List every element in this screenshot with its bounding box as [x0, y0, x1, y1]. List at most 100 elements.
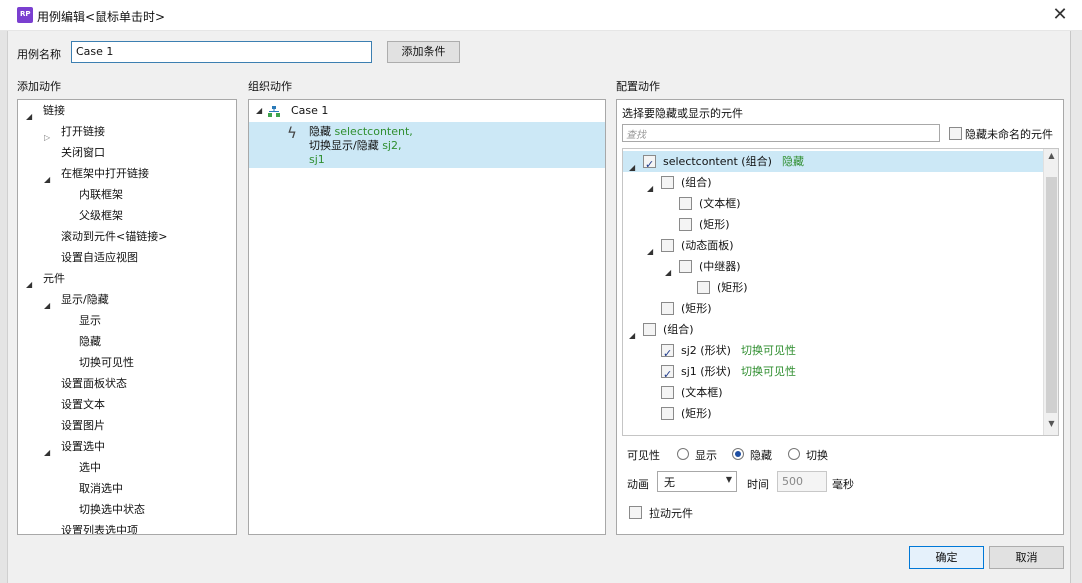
- tree-item-label: 设置图片: [61, 419, 105, 432]
- tree-item[interactable]: 切换选中状态: [18, 499, 218, 520]
- case-name-label: 用例名称: [17, 48, 61, 61]
- tree-item[interactable]: 设置自适应视图: [18, 247, 218, 268]
- tree-item[interactable]: 设置文本: [18, 394, 218, 415]
- widget-label: (矩形): [681, 302, 712, 315]
- add-actions-title: 添加动作: [17, 80, 61, 93]
- tree-item[interactable]: 设置选中: [18, 436, 218, 457]
- widget-row[interactable]: (动态面板): [623, 235, 1043, 256]
- title-bar: RP 用例编辑<鼠标单击时> ✕: [0, 0, 1082, 31]
- tree-item-label: 设置列表选中项: [61, 524, 138, 535]
- background-window-strip: [0, 31, 8, 583]
- widget-label: (矩形): [717, 281, 748, 294]
- tree-item[interactable]: 切换可见性: [18, 352, 218, 373]
- close-icon[interactable]: ✕: [1048, 3, 1072, 27]
- tree-item[interactable]: 设置面板状态: [18, 373, 218, 394]
- widget-checkbox[interactable]: [661, 176, 674, 189]
- tree-item[interactable]: 元件: [18, 268, 218, 289]
- tree-item[interactable]: 父级框架: [18, 205, 218, 226]
- tree-item[interactable]: 取消选中: [18, 478, 218, 499]
- add-condition-button[interactable]: 添加条件: [387, 41, 460, 63]
- case-label: Case 1: [291, 104, 329, 117]
- widget-row[interactable]: (中继器): [623, 256, 1043, 277]
- widget-checkbox[interactable]: [661, 343, 674, 364]
- visibility-hide-radio[interactable]: [732, 448, 744, 460]
- widget-row[interactable]: (矩形): [623, 214, 1043, 235]
- widget-label: (中继器): [699, 260, 741, 273]
- widget-row[interactable]: (组合): [623, 172, 1043, 193]
- tree-item[interactable]: 显示: [18, 310, 218, 331]
- hide-unnamed-label: 隐藏未命名的元件: [965, 128, 1053, 141]
- widget-action: 隐藏: [782, 155, 804, 168]
- tree-item-label: 隐藏: [79, 335, 101, 348]
- tree-item[interactable]: 选中: [18, 457, 218, 478]
- animation-select[interactable]: 无 ▼: [657, 471, 737, 492]
- widget-label: sj2 (形状): [681, 344, 731, 357]
- tree-item[interactable]: 隐藏: [18, 331, 218, 352]
- widget-row[interactable]: (矩形): [623, 403, 1043, 424]
- action-item[interactable]: ϟ 隐藏 selectcontent, 切换显示/隐藏 sj2, sj1: [249, 122, 605, 168]
- case-name-input[interactable]: Case 1: [71, 41, 372, 63]
- widget-row[interactable]: sj2 (形状) 切换可见性: [623, 340, 1043, 364]
- tree-item[interactable]: 设置列表选中项: [18, 520, 218, 535]
- expand-icon[interactable]: [256, 106, 262, 115]
- tree-item[interactable]: 在框架中打开链接: [18, 163, 218, 184]
- tree-item-label: 切换选中状态: [79, 503, 145, 516]
- widget-row[interactable]: (文本框): [623, 382, 1043, 403]
- time-input[interactable]: 500: [777, 471, 827, 492]
- tree-item-label: 显示/隐藏: [61, 293, 109, 306]
- tree-item-label: 设置面板状态: [61, 377, 127, 390]
- tree-item[interactable]: 链接: [18, 100, 218, 121]
- vertical-scrollbar[interactable]: ▲ ▼: [1043, 149, 1058, 435]
- widget-row[interactable]: (矩形): [623, 277, 1043, 298]
- push-widgets-checkbox[interactable]: [629, 506, 642, 519]
- tree-item[interactable]: 内联框架: [18, 184, 218, 205]
- push-widgets-toggle[interactable]: 拉动元件: [629, 504, 719, 522]
- widget-checkbox[interactable]: [679, 218, 692, 231]
- widget-checkbox[interactable]: [643, 154, 656, 175]
- lightning-icon: ϟ: [287, 124, 297, 142]
- widget-checkbox[interactable]: [697, 281, 710, 294]
- tree-item-label: 取消选中: [79, 482, 123, 495]
- action-verb: 隐藏: [309, 125, 335, 138]
- search-input[interactable]: 查找: [622, 124, 940, 142]
- widget-checkbox[interactable]: [661, 239, 674, 252]
- add-actions-tree: 链接打开链接关闭窗口在框架中打开链接内联框架父级框架滚动到元件<锚链接> 设置自适…: [17, 99, 237, 535]
- widget-checkbox[interactable]: [679, 197, 692, 210]
- widget-checkbox[interactable]: [643, 323, 656, 336]
- widget-row[interactable]: (矩形): [623, 298, 1043, 319]
- widget-label: (文本框): [681, 386, 723, 399]
- scroll-thumb[interactable]: [1046, 177, 1057, 413]
- widget-row[interactable]: (文本框): [623, 193, 1043, 214]
- tree-item[interactable]: 关闭窗口: [18, 142, 218, 163]
- visibility-option-label: 切换: [806, 449, 828, 462]
- tree-item[interactable]: 设置图片: [18, 415, 218, 436]
- scroll-up-icon[interactable]: ▲: [1044, 151, 1058, 163]
- scroll-down-icon[interactable]: ▼: [1044, 419, 1058, 431]
- organize-actions-panel: Case 1 ϟ 隐藏 selectcontent, 切换显示/隐藏 sj2, …: [248, 99, 606, 535]
- visibility-show-radio[interactable]: [677, 448, 689, 460]
- tree-item[interactable]: 滚动到元件<锚链接>: [18, 226, 218, 247]
- app-logo-icon: RP: [17, 7, 33, 23]
- widget-checkbox[interactable]: [661, 364, 674, 385]
- tree-item[interactable]: 打开链接: [18, 121, 218, 142]
- widget-row[interactable]: sj1 (形状) 切换可见性: [623, 361, 1043, 385]
- hide-unnamed-checkbox[interactable]: [949, 127, 962, 140]
- action-target: sj1: [309, 153, 325, 166]
- widget-label: (文本框): [699, 197, 741, 210]
- tree-item-label: 显示: [79, 314, 101, 327]
- widget-row[interactable]: (组合): [623, 319, 1043, 340]
- tree-item-label: 切换可见性: [79, 356, 134, 369]
- ok-button[interactable]: 确定: [909, 546, 984, 569]
- widget-checkbox[interactable]: [661, 302, 674, 315]
- widget-checkbox[interactable]: [661, 407, 674, 420]
- select-widgets-label: 选择要隐藏或显示的元件: [622, 107, 743, 120]
- case-node[interactable]: Case 1: [249, 101, 605, 121]
- widget-row[interactable]: selectcontent (组合) 隐藏: [623, 151, 1043, 175]
- tree-item[interactable]: 显示/隐藏: [18, 289, 218, 310]
- cancel-button[interactable]: 取消: [989, 546, 1064, 569]
- widget-action: 切换可见性: [741, 344, 796, 357]
- time-unit-label: 毫秒: [832, 478, 854, 491]
- widget-checkbox[interactable]: [661, 386, 674, 399]
- visibility-toggle-radio[interactable]: [788, 448, 800, 460]
- widget-checkbox[interactable]: [679, 260, 692, 273]
